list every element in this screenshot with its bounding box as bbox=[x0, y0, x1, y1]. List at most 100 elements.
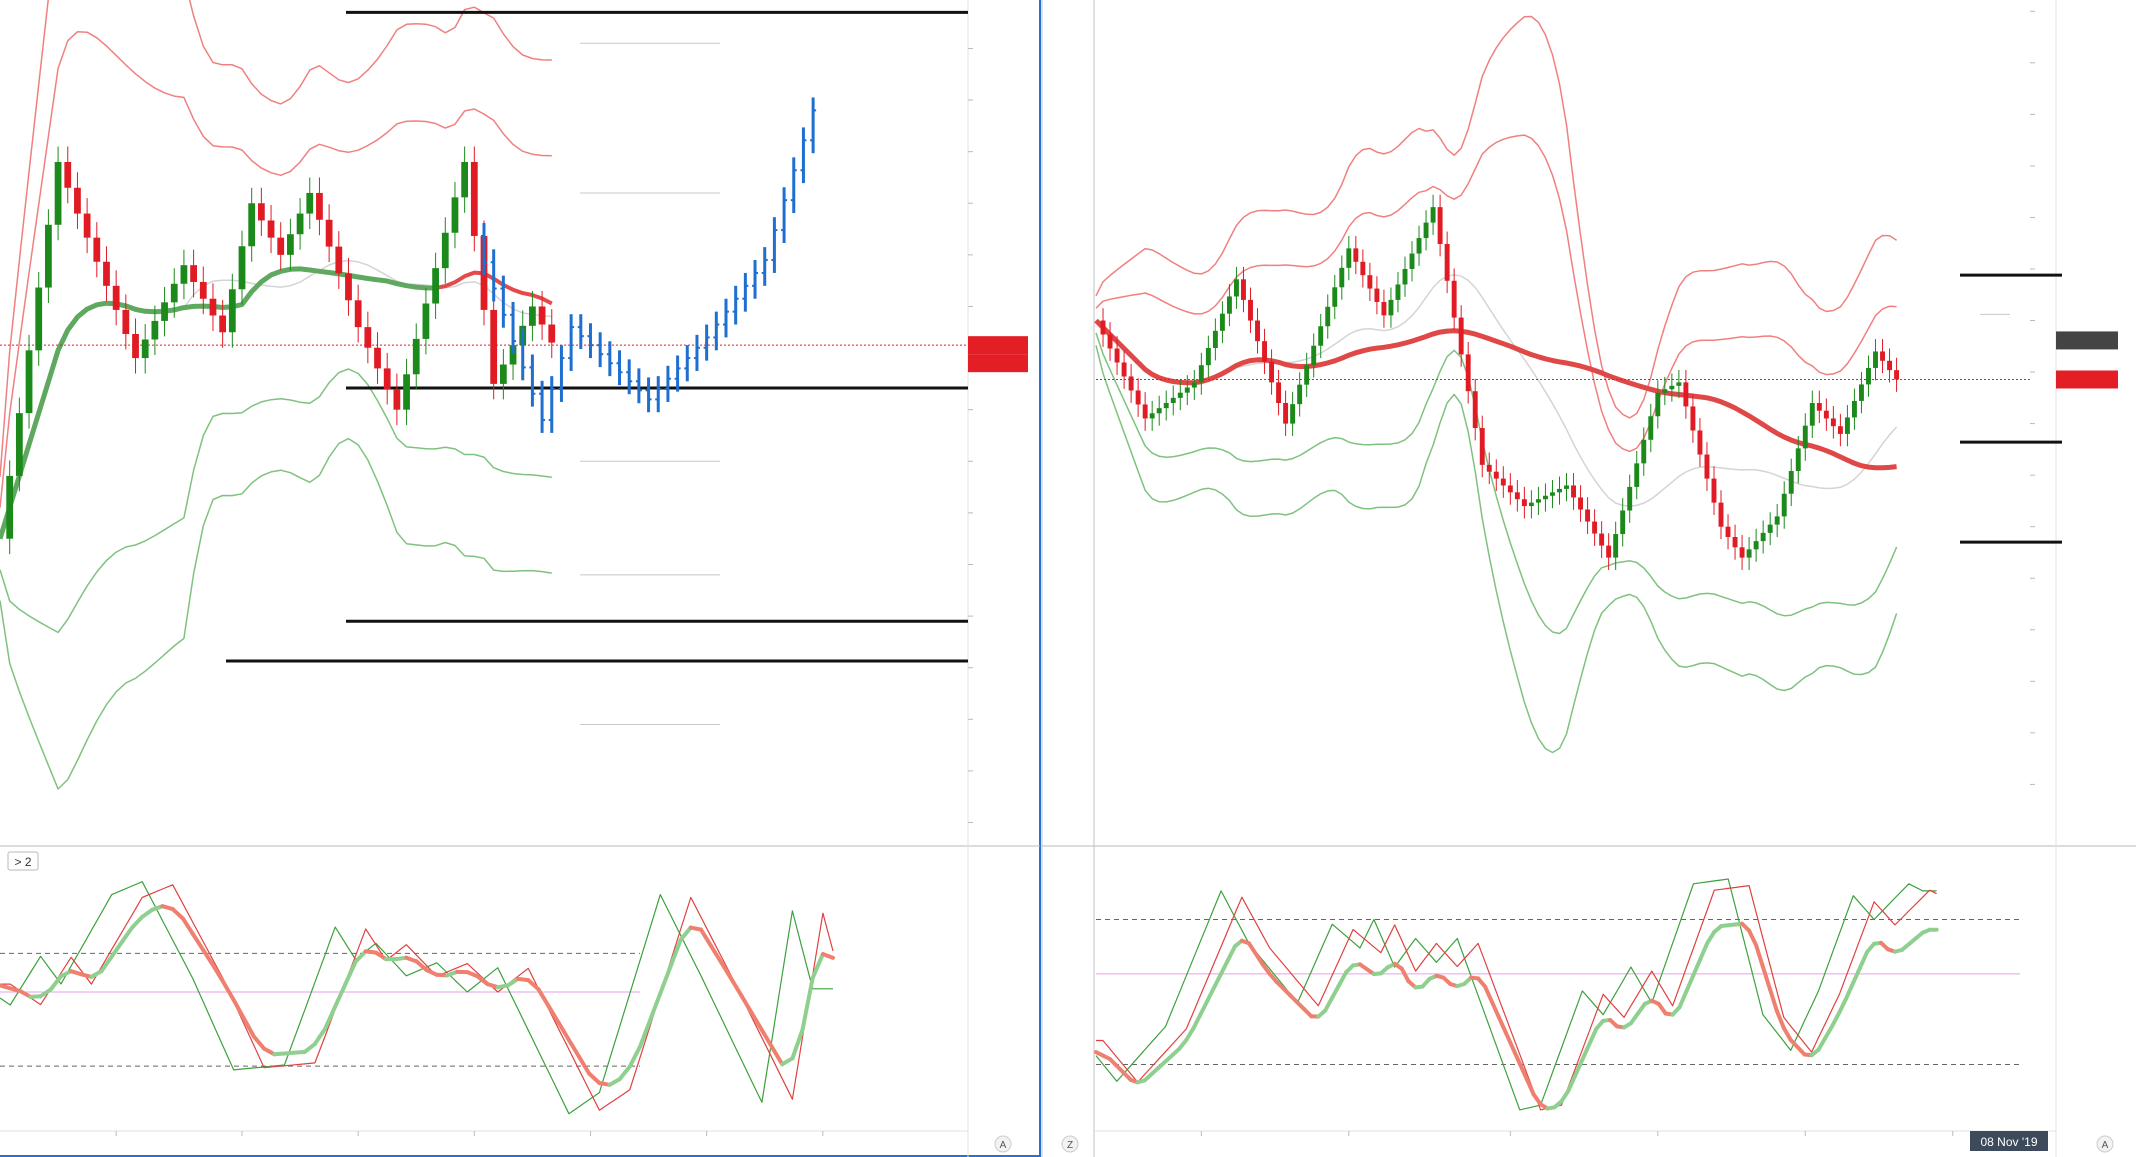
candle-body bbox=[1128, 376, 1134, 391]
candle-body bbox=[1613, 534, 1619, 558]
candle-body bbox=[141, 339, 149, 359]
candle-body bbox=[1711, 478, 1717, 503]
candle-body bbox=[180, 265, 188, 284]
candle-body bbox=[1788, 471, 1794, 494]
candle-body bbox=[529, 306, 536, 326]
candle-body bbox=[461, 161, 469, 198]
candle-body bbox=[1564, 485, 1569, 489]
candle-body bbox=[1739, 547, 1745, 558]
candle-body bbox=[441, 232, 449, 269]
candle-body bbox=[451, 197, 459, 233]
candle-body bbox=[1409, 253, 1415, 269]
candle-body bbox=[1135, 390, 1141, 405]
candle-body bbox=[1823, 410, 1829, 419]
candle-body bbox=[1107, 334, 1113, 349]
candle-body bbox=[1528, 502, 1534, 507]
candle-body bbox=[1514, 492, 1520, 500]
candle-body bbox=[219, 315, 227, 333]
candle-body bbox=[1346, 248, 1352, 268]
candle-body bbox=[1353, 248, 1359, 262]
candle-body bbox=[1332, 287, 1338, 307]
candle-body bbox=[1149, 413, 1155, 419]
candle-body bbox=[1704, 454, 1710, 479]
candle-body bbox=[1177, 392, 1183, 398]
candle-body bbox=[1732, 536, 1738, 548]
candle-body bbox=[1521, 499, 1527, 507]
candle-body bbox=[1866, 367, 1871, 385]
candle-body bbox=[1718, 502, 1724, 527]
candle-body bbox=[248, 203, 256, 247]
candle-body bbox=[1894, 370, 1900, 380]
candle-body bbox=[1535, 499, 1541, 503]
left-axis-corner[interactable]: A bbox=[994, 1135, 1012, 1153]
candle-body bbox=[1360, 261, 1366, 276]
candle-body bbox=[1880, 351, 1885, 361]
candle-body bbox=[1606, 545, 1612, 558]
candle-body bbox=[1690, 406, 1696, 431]
candle-body bbox=[1802, 425, 1808, 449]
candle-body bbox=[1423, 222, 1429, 239]
candle-body bbox=[1388, 299, 1394, 316]
candle-body bbox=[1837, 426, 1843, 434]
right-axis-left-badge[interactable]: Z bbox=[1061, 1135, 1079, 1153]
candle-body bbox=[1592, 521, 1598, 534]
candle-body bbox=[132, 333, 139, 359]
candle-body bbox=[432, 268, 439, 304]
candle-body bbox=[1233, 279, 1239, 297]
candle-body bbox=[112, 285, 120, 310]
candle-body bbox=[103, 261, 110, 286]
candle-body bbox=[1311, 345, 1317, 366]
candle-body bbox=[1248, 299, 1253, 321]
last-price-tag bbox=[2056, 370, 2118, 389]
candle-body bbox=[25, 350, 33, 414]
candle-body bbox=[1395, 284, 1401, 300]
right-axis-left-badge-label: Z bbox=[1067, 1140, 1073, 1151]
right-axis-corner[interactable]: A bbox=[2096, 1135, 2114, 1153]
candle-body bbox=[1725, 526, 1731, 537]
candle-body bbox=[1550, 492, 1555, 496]
candle-body bbox=[1830, 418, 1836, 427]
candle-body bbox=[93, 237, 101, 262]
candle-body bbox=[470, 161, 478, 236]
candle-body bbox=[1809, 402, 1815, 426]
candle-body bbox=[1269, 361, 1275, 383]
candle-body bbox=[548, 324, 556, 343]
candle-body bbox=[1887, 360, 1893, 371]
candle-body bbox=[228, 289, 236, 333]
candle-body bbox=[1100, 320, 1106, 335]
collapse-button-label[interactable]: > 2 bbox=[14, 855, 31, 869]
candle-body bbox=[1276, 382, 1282, 403]
candle-body bbox=[161, 302, 168, 321]
candle-body bbox=[1859, 384, 1864, 401]
candle-body bbox=[1655, 392, 1661, 417]
candle-body bbox=[1697, 430, 1703, 455]
candle-body bbox=[1493, 471, 1499, 479]
candle-body bbox=[1114, 348, 1120, 363]
high-price-tag bbox=[2056, 331, 2118, 350]
candle-body bbox=[1507, 485, 1513, 493]
candle-body bbox=[287, 234, 294, 255]
candle-body bbox=[1198, 365, 1204, 383]
candle-body bbox=[1486, 464, 1492, 472]
candle-body bbox=[316, 192, 323, 220]
candle-body bbox=[1585, 509, 1591, 522]
candle-body bbox=[422, 303, 430, 339]
candle-body bbox=[83, 213, 91, 238]
candle-body bbox=[1297, 384, 1303, 405]
candle-body bbox=[151, 320, 159, 340]
candle-body bbox=[209, 298, 217, 316]
candle-body bbox=[412, 338, 420, 375]
right-axis-corner-label: A bbox=[2102, 1140, 2109, 1151]
candle-body bbox=[1325, 306, 1331, 327]
candle-body bbox=[1599, 533, 1605, 546]
candle-body bbox=[1465, 354, 1471, 392]
candle-body bbox=[1219, 313, 1225, 331]
candle-body bbox=[1255, 320, 1260, 342]
candle-body bbox=[122, 309, 130, 334]
candle-body bbox=[354, 300, 362, 328]
candle-body bbox=[199, 281, 207, 299]
candle-body bbox=[1451, 280, 1457, 318]
candle-body bbox=[74, 187, 81, 214]
candle-body bbox=[1774, 516, 1780, 525]
candle-body bbox=[1381, 301, 1387, 316]
